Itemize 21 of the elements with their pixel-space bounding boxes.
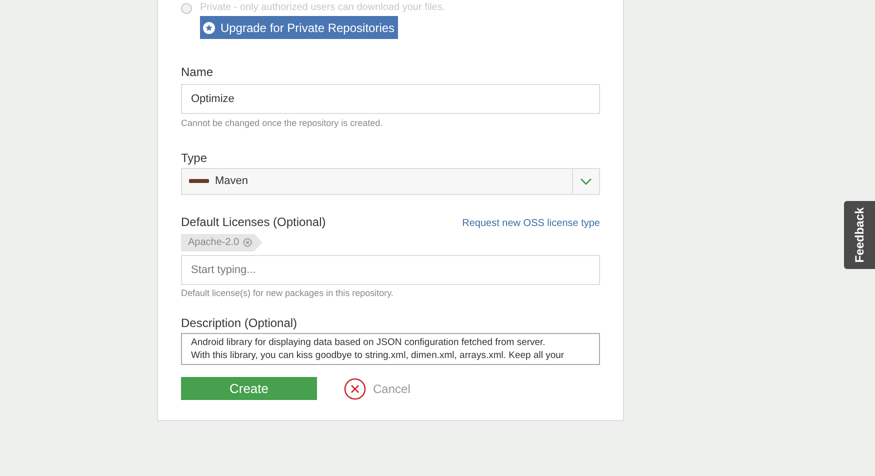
name-input[interactable]: Optimize bbox=[181, 84, 600, 114]
logo-icon bbox=[189, 178, 209, 184]
feedback-tab[interactable]: Feedback bbox=[844, 201, 875, 269]
type-select[interactable]: Maven bbox=[181, 168, 600, 194]
field-label: Type bbox=[181, 150, 208, 166]
radio-button[interactable] bbox=[181, 2, 192, 14]
license-tag: Apache-2.0 bbox=[181, 234, 262, 252]
select-value: Maven bbox=[215, 174, 250, 189]
license-input[interactable]: Start typing... bbox=[181, 254, 600, 284]
field-hint: Default license(s) for new packages in this repository. bbox=[181, 286, 394, 300]
field-label: Default Licenses (Optional) bbox=[181, 214, 326, 230]
field-hint: Cannot be changed once the repository is created. bbox=[181, 117, 384, 130]
description-textarea[interactable]: Android library for displaying data based on JSON configuration fetched from server. With this library, you can kiss goodbye to string.xml, dimen.xml, arrays.xml. Keep all your bbox=[181, 333, 600, 365]
remove-icon[interactable] bbox=[243, 238, 252, 247]
chevron-down-icon bbox=[580, 178, 592, 184]
upgrade-button[interactable]: Upgrade for Private Repositories bbox=[200, 16, 398, 39]
request-license-link[interactable]: Request new OSS license type bbox=[462, 216, 600, 230]
close-icon bbox=[344, 378, 366, 400]
field-label: Description (Optional) bbox=[181, 315, 298, 332]
star-icon bbox=[203, 22, 216, 34]
field-label: Name bbox=[181, 64, 214, 81]
